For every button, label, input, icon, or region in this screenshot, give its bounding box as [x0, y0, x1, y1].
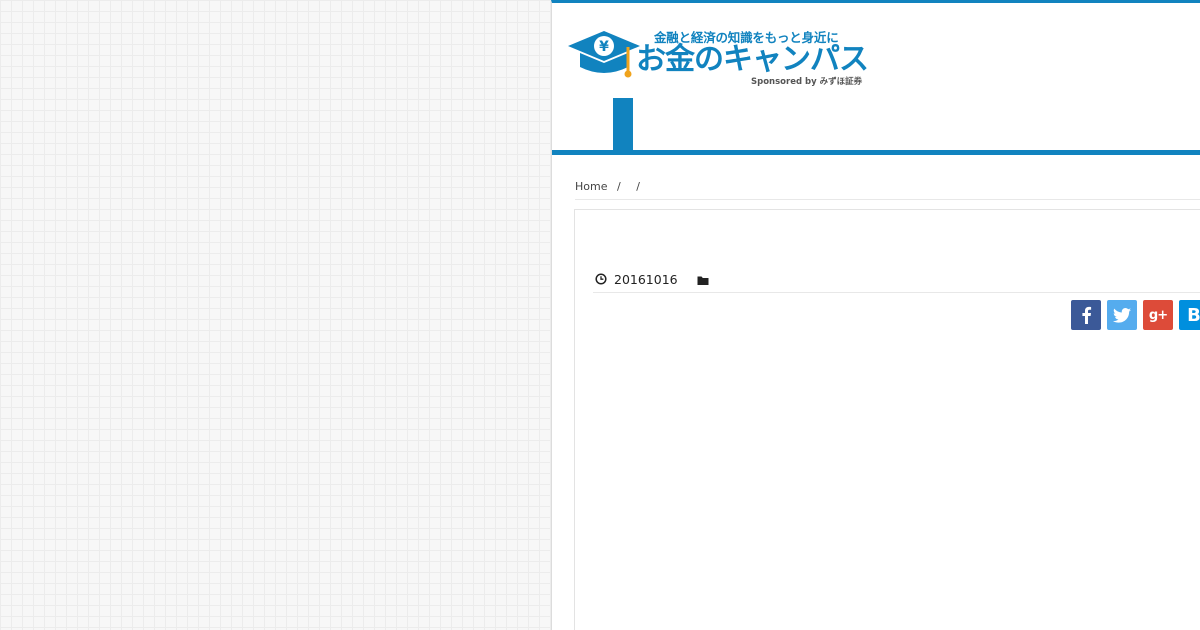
breadcrumb-divider	[575, 199, 1200, 200]
share-buttons: g+ B	[1071, 300, 1200, 330]
facebook-icon	[1082, 306, 1092, 324]
facebook-share-button[interactable]	[1071, 300, 1101, 330]
article-date: 20161016	[614, 271, 678, 287]
breadcrumb-separator: /	[616, 180, 621, 193]
clock-icon	[595, 273, 607, 285]
nav-bar	[552, 150, 1200, 155]
meta-divider	[593, 292, 1200, 293]
article-card: 20161016 g+ B	[574, 209, 1200, 630]
yen-symbol: ¥	[599, 39, 609, 55]
site-logo[interactable]: ¥ 金融と経済の知識をもっと身近に お金のキャンパス Sponsored by …	[566, 25, 869, 89]
twitter-share-button[interactable]	[1107, 300, 1137, 330]
site-title: お金のキャンパス	[636, 42, 869, 77]
nav-active-indicator[interactable]	[613, 98, 633, 150]
graduation-cap-icon: ¥	[568, 31, 640, 78]
hatena-bookmark-button[interactable]: B	[1179, 300, 1200, 330]
twitter-icon	[1113, 307, 1131, 323]
googleplus-share-button[interactable]: g+	[1143, 300, 1173, 330]
page-container: ¥ 金融と経済の知識をもっと身近に お金のキャンパス Sponsored by …	[551, 0, 1200, 630]
folder-icon[interactable]	[697, 274, 709, 285]
breadcrumb-separator: /	[636, 180, 640, 193]
site-sponsor: Sponsored by みずほ証券	[751, 77, 863, 87]
breadcrumb-home-link[interactable]: Home	[575, 180, 607, 193]
breadcrumb: Home / /	[575, 180, 646, 193]
article-meta: 20161016	[595, 269, 709, 289]
